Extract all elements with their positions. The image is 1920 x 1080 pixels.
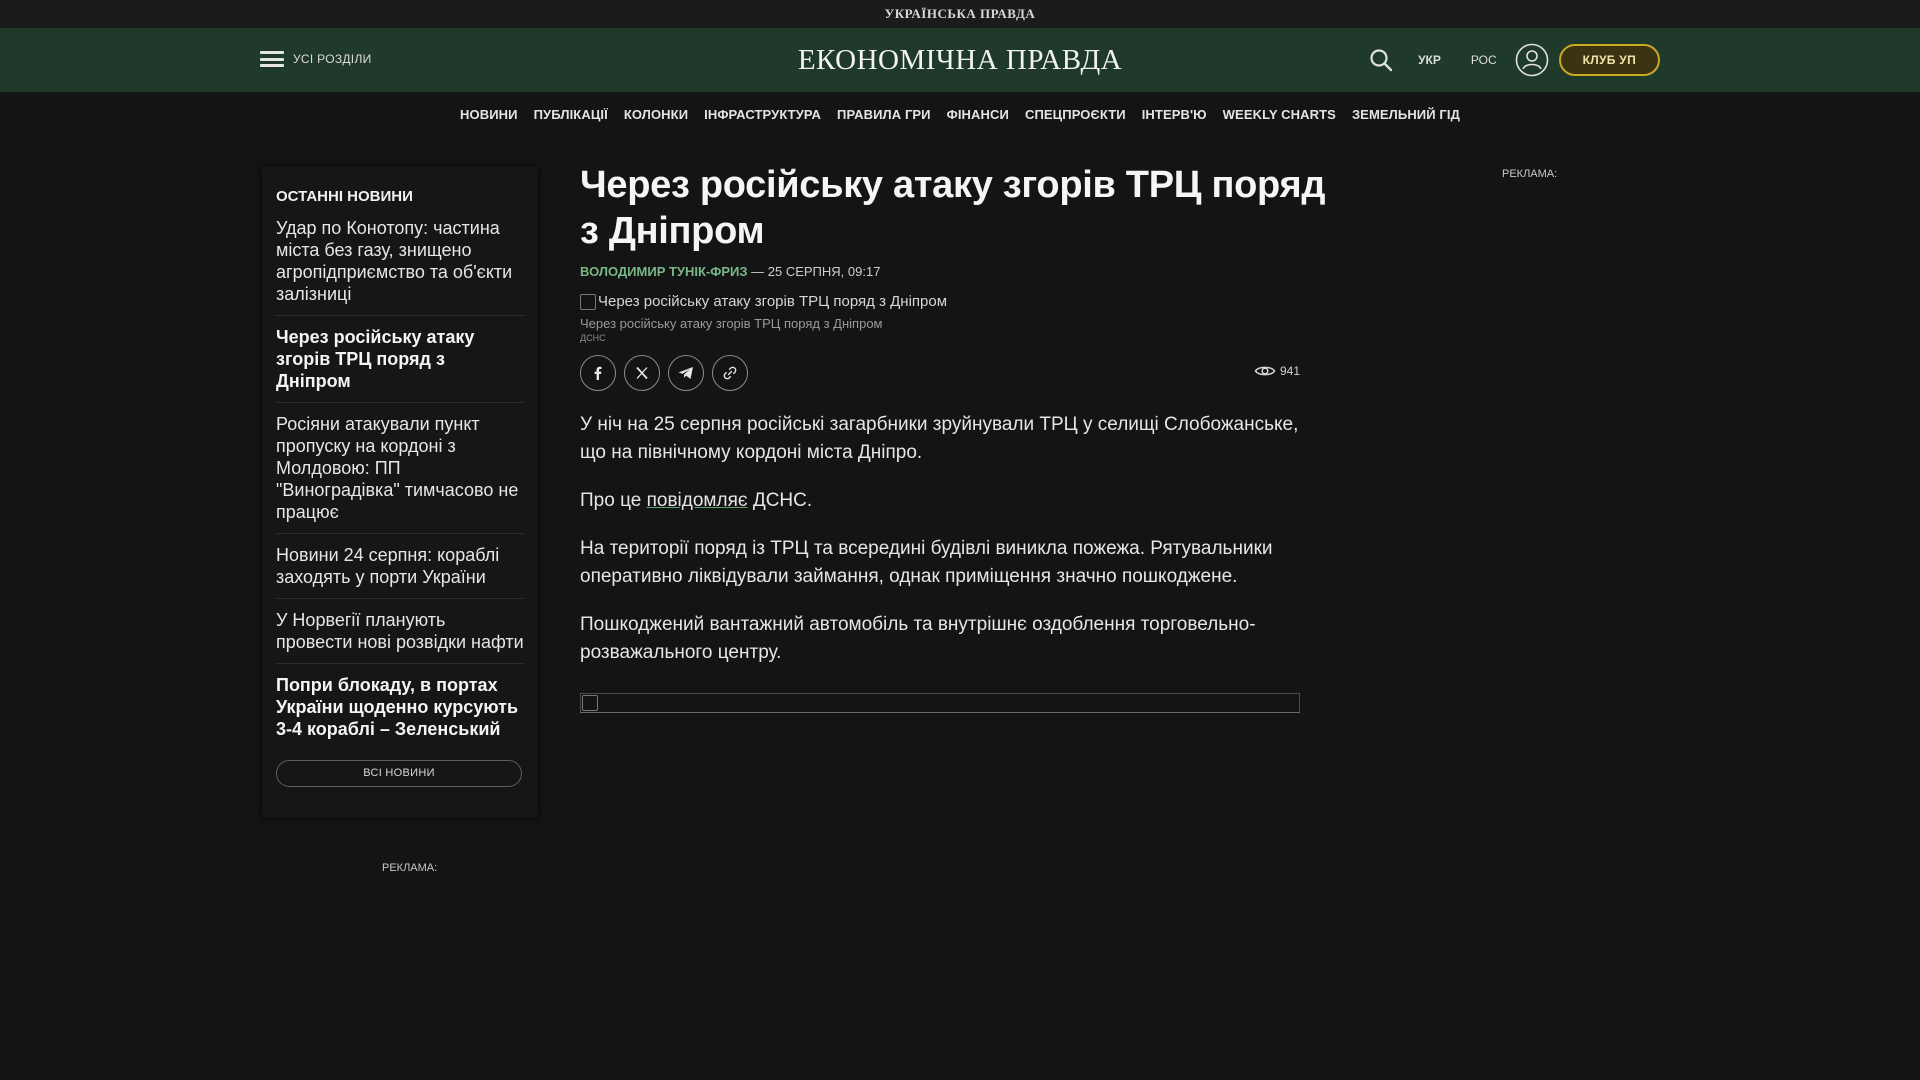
hamburger-icon — [260, 51, 284, 67]
article-image: Через російську атаку згорів ТРЦ поряд з… — [580, 293, 1340, 310]
search-icon[interactable] — [1368, 47, 1394, 73]
all-sections-label: УСІ РОЗДІЛИ — [293, 52, 372, 66]
article: Через російську атаку згорів ТРЦ поряд з… — [580, 162, 1340, 713]
share-telegram-button[interactable] — [668, 355, 704, 391]
eye-icon — [1254, 366, 1276, 376]
article-headline: Через російську атаку згорів ТРЦ поряд з… — [580, 164, 1326, 252]
section-nav: НОВИНИ ПУБЛІКАЦІЇ КОЛОНКИ ІНФРАСТРУКТУРА… — [0, 92, 1920, 136]
nav-item-weekly-charts[interactable]: WEEKLY CHARTS — [1223, 107, 1336, 122]
latest-news-sidebar: ОСТАННІ НОВИНИ Удар по Конотопу: частина… — [262, 166, 538, 818]
latest-news-item[interactable]: Попри блокаду, в портах України щоденно … — [276, 674, 524, 750]
image-caption: Через російську атаку згорів ТРЦ поряд з… — [580, 316, 883, 331]
x-icon — [636, 366, 648, 380]
source-link[interactable]: повідомляє — [647, 490, 748, 511]
latest-news-item[interactable]: У Норвегії планують провести нові розвід… — [276, 609, 524, 664]
nav-item-publications[interactable]: ПУБЛІКАЦІЇ — [534, 107, 608, 122]
view-count: 941 — [1279, 364, 1300, 378]
nav-item-special-projects[interactable]: СПЕЦПРОЄКТИ — [1025, 107, 1126, 122]
broken-image-icon — [582, 695, 598, 711]
telegram-icon — [678, 367, 693, 379]
latest-news-item[interactable]: Новини 24 серпня: кораблі заходять у пор… — [276, 544, 524, 599]
all-sections-button[interactable]: УСІ РОЗДІЛИ — [260, 51, 372, 67]
latest-news-item[interactable]: Через російську атаку згорів ТРЦ поряд з… — [276, 326, 524, 403]
view-counter: 941 — [1254, 364, 1300, 378]
embedded-media-frame — [580, 693, 1300, 713]
user-account-icon[interactable] — [1515, 43, 1549, 77]
latest-news-title: ОСТАННІ НОВИНИ — [276, 188, 413, 205]
top-brand-strip: УКРАЇНСЬКА ПРАВДА — [0, 0, 1920, 28]
nav-item-finance[interactable]: ФІНАНСИ — [947, 107, 1009, 122]
share-x-button[interactable] — [624, 355, 660, 391]
nav-item-columns[interactable]: КОЛОНКИ — [624, 107, 688, 122]
article-paragraph: Пошкоджений вантажний автомобіль та внут… — [580, 614, 1256, 663]
site-logo[interactable]: ЕКОНОМІЧНА ПРАВДА — [798, 44, 1122, 76]
article-image-alt: Через російську атаку згорів ТРЦ поряд з… — [598, 293, 948, 310]
paragraph-text: ДСНС. — [747, 490, 813, 511]
facebook-icon — [594, 366, 602, 380]
article-byline: ВОЛОДИМИР ТУНІК-ФРИЗ — 25 СЕРПНЯ, 09:17 — [580, 264, 1340, 279]
broken-image-icon — [580, 293, 596, 310]
all-news-button[interactable]: ВСІ НОВИНИ — [276, 760, 522, 787]
site-header: УСІ РОЗДІЛИ ЕКОНОМІЧНА ПРАВДА УКР РОС КЛ… — [0, 28, 1920, 92]
author-link[interactable]: ВОЛОДИМИР ТУНІК-ФРИЗ — [580, 264, 748, 279]
article-date: — 25 СЕРПНЯ, 09:17 — [747, 264, 881, 279]
article-paragraph: У ніч на 25 серпня російські загарбники … — [580, 414, 1299, 463]
nav-item-rules[interactable]: ПРАВИЛА ГРИ — [837, 107, 931, 122]
share-bar: 941 — [580, 355, 1300, 391]
share-facebook-button[interactable] — [580, 355, 616, 391]
link-icon — [723, 366, 737, 380]
ad-label-right: РЕКЛАМА: — [1502, 168, 1558, 180]
up-brand-link[interactable]: УКРАЇНСЬКА ПРАВДА — [885, 6, 1036, 22]
header-actions: УКР РОС КЛУБ УП — [1368, 41, 1660, 79]
latest-news-item[interactable]: Росіяни атакували пункт пропуску на корд… — [276, 413, 524, 534]
ad-label-left: РЕКЛАМА: — [382, 862, 438, 874]
nav-item-land-guide[interactable]: ЗЕМЕЛЬНИЙ ГІД — [1352, 107, 1460, 122]
paragraph-text: Про це — [580, 490, 647, 511]
lang-ukr-link[interactable]: УКР — [1418, 53, 1441, 67]
lang-rus-link[interactable]: РОС — [1471, 53, 1497, 67]
copy-link-button[interactable] — [712, 355, 748, 391]
article-paragraph: Про це повідомляє ДСНС. — [580, 487, 1320, 515]
club-up-button[interactable]: КЛУБ УП — [1558, 44, 1660, 76]
article-paragraph: На території поряд із ТРЦ та всередині б… — [580, 538, 1273, 587]
nav-item-news[interactable]: НОВИНИ — [460, 107, 518, 122]
image-credit: ДСНС — [580, 333, 606, 343]
nav-item-interview[interactable]: ІНТЕРВ'Ю — [1142, 107, 1207, 122]
latest-news-item[interactable]: Удар по Конотопу: частина міста без газу… — [276, 217, 524, 316]
nav-item-infrastructure[interactable]: ІНФРАСТРУКТУРА — [704, 107, 821, 122]
